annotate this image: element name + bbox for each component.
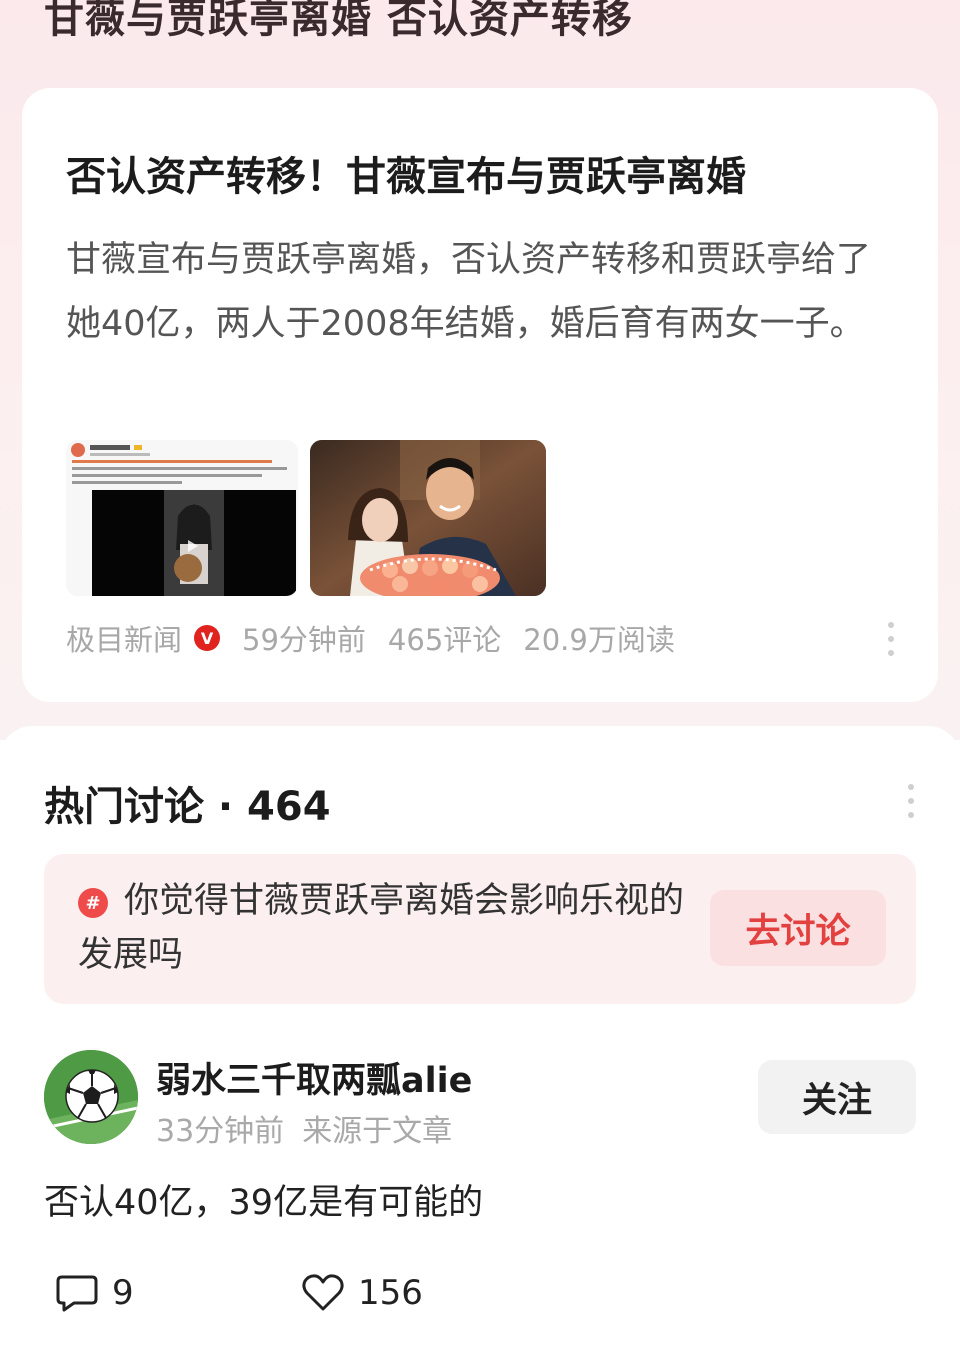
article-title[interactable]: 否认资产转移！甘薇宣布与贾跃亭离婚 <box>66 144 746 202</box>
hot-discussion-section: 热门讨论 · 464 # 你觉得甘薇贾跃亭离婚会影响乐视的发展吗 去讨论 弱水三… <box>0 726 960 1366</box>
article-read-count: 20.9万阅读 <box>523 623 675 657</box>
like-count: 156 <box>358 1273 423 1313</box>
verified-icon: V <box>194 625 221 651</box>
section-more-icon[interactable] <box>908 784 914 818</box>
comment-time: 33分钟前 <box>156 1114 285 1149</box>
article-comment-count: 465评论 <box>387 623 502 657</box>
discussion-topic-card[interactable]: # 你觉得甘薇贾跃亭离婚会影响乐视的发展吗 去讨论 <box>44 854 916 1004</box>
like-action[interactable]: 156 <box>302 1268 423 1318</box>
comment-bubble-icon <box>56 1275 98 1312</box>
article-thumbnail-weibo[interactable] <box>66 440 298 596</box>
comment-meta: 33分钟前 来源于文章 <box>156 1106 452 1150</box>
article-more-icon[interactable] <box>888 622 894 656</box>
hot-discussion-title: 热门讨论 · 464 <box>44 774 331 832</box>
discussion-topic-text[interactable]: 你觉得甘薇贾跃亭离婚会影响乐视的发展吗 <box>78 874 698 982</box>
comment-source[interactable]: 来源于文章 <box>302 1114 452 1149</box>
article-card[interactable]: 否认资产转移！甘薇宣布与贾跃亭离婚 甘薇宣布与贾跃亭离婚，否认资产转移和贾跃亭给… <box>22 88 938 702</box>
avatar[interactable] <box>44 1050 138 1144</box>
article-time: 59分钟前 <box>242 623 366 657</box>
article-meta: 极目新闻 V 59分钟前 465评论 20.9万阅读 <box>66 614 896 662</box>
soccer-ball-icon <box>44 1050 138 1144</box>
hot-discussion-label: 热门讨论 <box>44 784 204 830</box>
comment-text[interactable]: 否认40亿，39亿是有可能的 <box>44 1174 483 1225</box>
go-discuss-button[interactable]: 去讨论 <box>710 890 886 966</box>
reply-action[interactable]: 9 <box>56 1268 134 1318</box>
follow-button[interactable]: 关注 <box>758 1060 916 1134</box>
comment-username[interactable]: 弱水三千取两瓢alie <box>156 1052 472 1103</box>
article-summary[interactable]: 甘薇宣布与贾跃亭离婚，否认资产转移和贾跃亭给了她40亿，两人于2008年结婚，婚… <box>66 228 896 356</box>
hot-discussion-count: 464 <box>247 784 331 830</box>
article-source[interactable]: 极目新闻 <box>66 617 182 659</box>
hot-discussion-separator: · <box>204 784 248 830</box>
heart-icon <box>302 1274 344 1311</box>
article-thumbnail-photo[interactable] <box>310 440 546 596</box>
page-title: 甘薇与贾跃亭离婚 否认资产转移 <box>44 0 633 42</box>
reply-count: 9 <box>112 1273 134 1313</box>
